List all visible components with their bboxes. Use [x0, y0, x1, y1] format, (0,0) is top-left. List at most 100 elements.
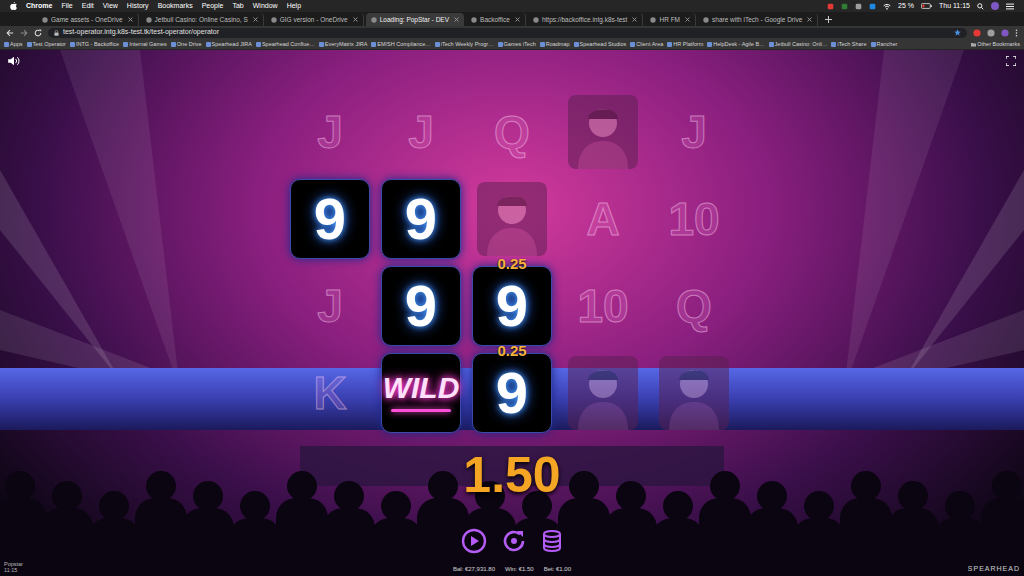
- symbol-letter: K: [313, 370, 346, 416]
- search-icon[interactable]: [977, 3, 984, 10]
- reel-cell: J: [285, 88, 376, 175]
- menu-item[interactable]: View: [103, 1, 118, 12]
- bookmark[interactable]: iTech Share: [831, 40, 866, 48]
- bookmark[interactable]: EM/SH Compliance…: [371, 40, 431, 48]
- forward-icon[interactable]: [20, 29, 28, 37]
- bookmark-icon: [831, 42, 836, 47]
- bookmark[interactable]: HR Platform: [667, 40, 703, 48]
- symbol-box: J: [654, 92, 734, 172]
- tab-label: Jetbull Casino: Online Casino, S: [155, 15, 248, 25]
- extension-icon[interactable]: [1001, 29, 1009, 37]
- browser-tab[interactable]: Backoffice: [466, 13, 526, 26]
- symbol-box: 9: [290, 179, 370, 259]
- bookmark[interactable]: iTech Weekly Progr…: [435, 40, 494, 48]
- browser-tab[interactable]: Jetbull Casino: Online Casino, S: [141, 13, 264, 26]
- close-icon[interactable]: [807, 17, 812, 22]
- symbol-box: J: [290, 266, 370, 346]
- symbol-letter: J: [681, 109, 707, 155]
- back-icon[interactable]: [6, 29, 14, 37]
- sound-icon[interactable]: [8, 56, 20, 66]
- avatar-icon[interactable]: [991, 2, 999, 10]
- menu-list-icon[interactable]: [1006, 3, 1014, 10]
- fullscreen-icon[interactable]: [1006, 56, 1016, 66]
- menu-item[interactable]: Bookmarks: [158, 1, 193, 12]
- wifi-icon[interactable]: [883, 3, 891, 10]
- menu-item[interactable]: People: [202, 1, 224, 12]
- reel-cell: WILD: [376, 349, 467, 436]
- close-icon[interactable]: [353, 17, 358, 22]
- bookmark[interactable]: Spearhead Studios: [574, 40, 627, 48]
- extension-icon[interactable]: [987, 29, 995, 37]
- new-tab-icon[interactable]: [824, 13, 832, 26]
- menu-item[interactable]: Tab: [232, 1, 243, 12]
- close-icon[interactable]: [685, 17, 690, 22]
- game-footer: Popstar11:15Bal: €27,931.80Win: €1.50Bet…: [0, 561, 1024, 576]
- bookmark-icon: [540, 42, 545, 47]
- close-icon[interactable]: [454, 17, 459, 22]
- status-icon[interactable]: [827, 3, 834, 10]
- favicon-icon: [146, 17, 152, 23]
- close-icon[interactable]: [253, 17, 258, 22]
- browser-tab[interactable]: HR FM: [645, 13, 696, 26]
- browser-tab[interactable]: Loading: PopStar - DEV: [366, 13, 464, 26]
- bookmark[interactable]: Roadmap: [540, 40, 570, 48]
- reel-cell: Q: [467, 88, 558, 175]
- bookmark[interactable]: HelpDesk - Agile B…: [707, 40, 764, 48]
- browser-tab[interactable]: share with iTech - Google Drive: [698, 13, 818, 26]
- status-icon[interactable]: [841, 3, 848, 10]
- close-icon[interactable]: [128, 17, 133, 22]
- bookmark[interactable]: Apps: [4, 40, 23, 48]
- app-menu[interactable]: Chrome: [26, 1, 52, 12]
- menu-item[interactable]: Window: [253, 1, 278, 12]
- bookmark[interactable]: Spearhead JIRA: [206, 40, 252, 48]
- apple-icon[interactable]: [10, 2, 17, 10]
- symbol-letter: Q: [494, 109, 530, 155]
- bookmark[interactable]: Client Area: [630, 40, 663, 48]
- menu-item[interactable]: Edit: [82, 1, 94, 12]
- bookmark[interactable]: Spearhead Confluе…: [256, 40, 315, 48]
- bookmark[interactable]: INTG - Backoffice: [70, 40, 119, 48]
- bookmark-icon: [871, 42, 876, 47]
- browser-tab[interactable]: GIG version - OneDrive: [266, 13, 364, 26]
- coins-icon[interactable]: [541, 529, 563, 553]
- tab-label: HR FM: [659, 15, 680, 25]
- status-icon[interactable]: [869, 3, 876, 10]
- symbol-letter: 9: [405, 277, 437, 335]
- reel-cell: 9: [376, 262, 467, 349]
- reload-icon[interactable]: [34, 29, 42, 37]
- bookmark[interactable]: Games iTech: [498, 40, 536, 48]
- extension-icon[interactable]: [973, 29, 981, 37]
- tab-label: https://backoffice.intg.k8s-test: [542, 15, 628, 25]
- autoplay-icon[interactable]: [461, 528, 487, 554]
- reel-cell: [558, 88, 649, 175]
- menu-item[interactable]: Help: [287, 1, 301, 12]
- browser-tab[interactable]: https://backoffice.intg.k8s-test: [528, 13, 644, 26]
- menu-item[interactable]: File: [61, 1, 72, 12]
- menu-item[interactable]: History: [127, 1, 149, 12]
- bookmark[interactable]: One Drive: [171, 40, 202, 48]
- game-name: Popstar: [4, 561, 343, 568]
- bookmark-icon: [574, 42, 579, 47]
- symbol-box: 9: [381, 266, 461, 346]
- bookmark[interactable]: Jetbull Casino: Onli…: [769, 40, 828, 48]
- bookmark[interactable]: Test Operator: [27, 40, 66, 48]
- star-icon[interactable]: [954, 29, 961, 36]
- portrait-icon: [568, 95, 638, 169]
- more-icon[interactable]: [1015, 29, 1018, 37]
- bookmark[interactable]: Internal Games: [123, 40, 167, 48]
- reel-cell: 10: [649, 175, 740, 262]
- bookmark-icon: [667, 42, 672, 47]
- close-icon[interactable]: [632, 17, 637, 22]
- bookmark-icon: [630, 42, 635, 47]
- bookmark[interactable]: Rancher: [871, 40, 898, 48]
- spin-icon[interactable]: [501, 528, 527, 554]
- bookmark[interactable]: EveryMatrix JIRA: [319, 40, 367, 48]
- tab-label: share with iTech - Google Drive: [712, 15, 802, 25]
- symbol-letter: J: [317, 283, 343, 329]
- other-bookmarks[interactable]: Other Bookmarks: [971, 40, 1020, 48]
- browser-tab[interactable]: Game assets - OneDrive: [37, 13, 139, 26]
- url-field[interactable]: test-operator.intg.k8s-test.tk/test-oper…: [48, 28, 967, 38]
- symbol-box: 9: [472, 353, 552, 433]
- close-icon[interactable]: [515, 17, 520, 22]
- status-icon[interactable]: [855, 3, 862, 10]
